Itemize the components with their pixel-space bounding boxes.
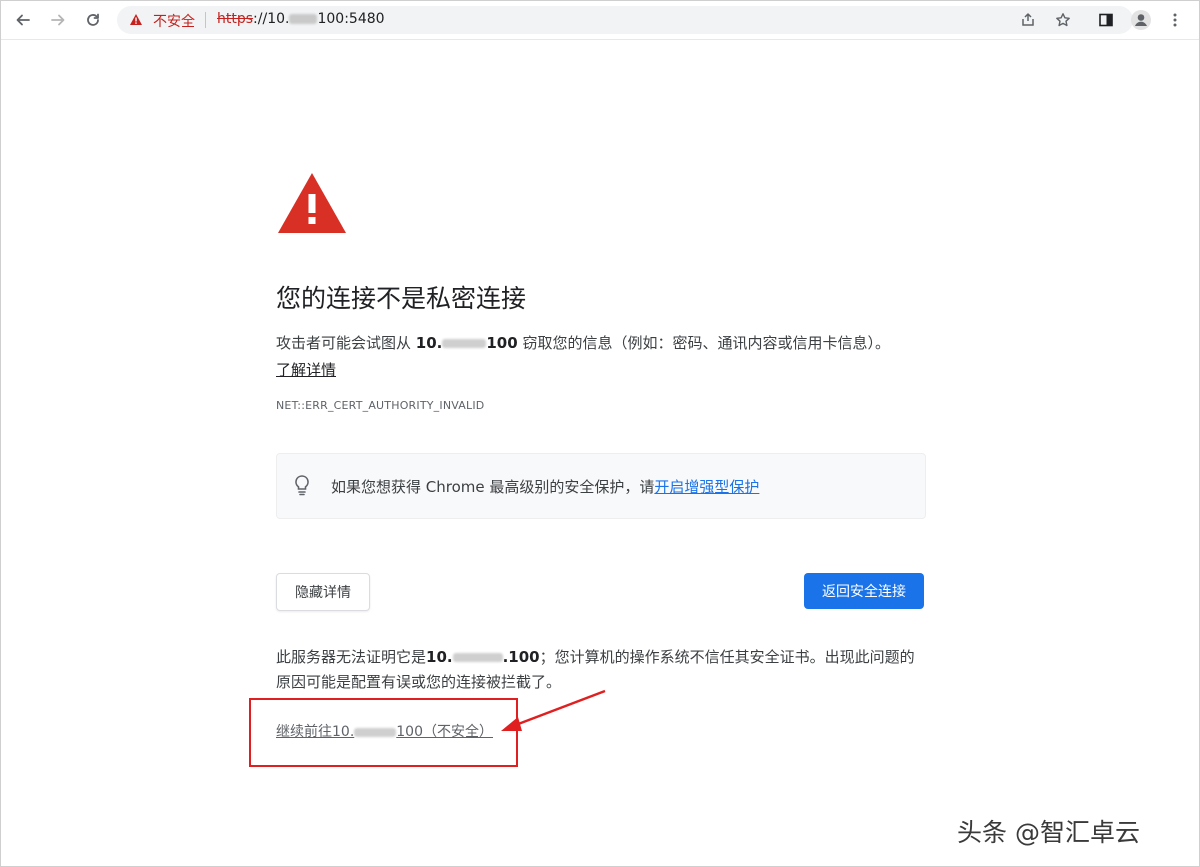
more-vertical-icon	[1173, 13, 1177, 27]
tip-text-body: 如果您想获得 Chrome 最高级别的安全保护，请	[331, 478, 655, 496]
warning-triangle-icon	[278, 173, 346, 233]
browser-toolbar: 不安全 https://10. 100:5480	[1, 1, 1199, 40]
back-to-safety-button[interactable]: 返回安全连接	[804, 573, 924, 609]
tip-text: 如果您想获得 Chrome 最高级别的安全保护，请开启增强型保护	[331, 476, 759, 497]
annotation-arrow-icon	[501, 689, 606, 731]
error-code: NET::ERR_CERT_AUTHORITY_INVALID	[276, 399, 485, 412]
page-title: 您的连接不是私密连接	[276, 284, 527, 313]
forward-button[interactable]	[46, 8, 70, 32]
details-host-prefix: 10.	[426, 648, 453, 666]
lightbulb-icon	[295, 475, 309, 496]
avatar-icon	[1131, 10, 1151, 30]
hide-details-button[interactable]: 隐藏详情	[276, 573, 370, 611]
reload-button[interactable]	[81, 8, 105, 32]
desc-host-prefix: 10.	[415, 334, 443, 352]
annotation-highlight-box	[249, 698, 518, 767]
back-button[interactable]	[11, 8, 35, 32]
url-suffix: 100:5480	[317, 11, 385, 27]
redacted-ip	[289, 14, 318, 24]
description-text: 攻击者可能会试图从 10. 100 窃取您的信息（例如：密码、通讯内容或信用卡信息…	[276, 330, 896, 384]
url-prefix: ://10.	[253, 11, 290, 27]
share-icon	[1022, 13, 1034, 26]
profile-button[interactable]	[1129, 8, 1153, 32]
side-panel-icon	[1099, 13, 1113, 27]
enhanced-protection-tip: 如果您想获得 Chrome 最高级别的安全保护，请开启增强型保护	[276, 453, 926, 519]
address-bar[interactable]: 不安全 https://10. 100:5480	[117, 6, 1133, 34]
redacted-ip	[442, 339, 487, 348]
desc-host-suffix: 100	[486, 334, 518, 352]
details-part1: 此服务器无法证明它是	[276, 648, 427, 666]
details-host: 10. .100	[426, 648, 540, 666]
desc-part1: 攻击者可能会试图从	[276, 334, 416, 352]
url-text[interactable]: https://10. 100:5480	[217, 11, 385, 27]
redacted-ip	[452, 653, 503, 662]
share-button[interactable]	[1019, 11, 1037, 29]
reload-icon	[87, 13, 99, 26]
menu-button[interactable]	[1163, 8, 1187, 32]
warning-icon	[130, 14, 142, 25]
desc-host: 10. 100	[416, 334, 518, 352]
arrow-right-icon	[51, 14, 65, 26]
address-divider	[205, 12, 206, 28]
not-secure-label[interactable]: 不安全	[153, 11, 195, 31]
url-scheme: https	[217, 11, 254, 27]
bookmark-button[interactable]	[1054, 11, 1072, 29]
learn-more-link[interactable]: 了解详情	[276, 361, 336, 379]
desc-part2: 窃取您的信息（例如：密码、通讯内容或信用卡信息）。	[517, 334, 890, 352]
enhanced-protection-link[interactable]: 开启增强型保护	[654, 478, 759, 496]
browser-window: 不安全 https://10. 100:5480 您的连接不是私密连接 攻击者可…	[0, 0, 1200, 867]
arrow-left-icon	[16, 14, 30, 26]
details-host-suffix: .100	[502, 648, 540, 666]
star-icon	[1056, 13, 1070, 27]
side-panel-button[interactable]	[1094, 8, 1118, 32]
watermark: 头条 @智汇卓云	[957, 818, 1140, 847]
